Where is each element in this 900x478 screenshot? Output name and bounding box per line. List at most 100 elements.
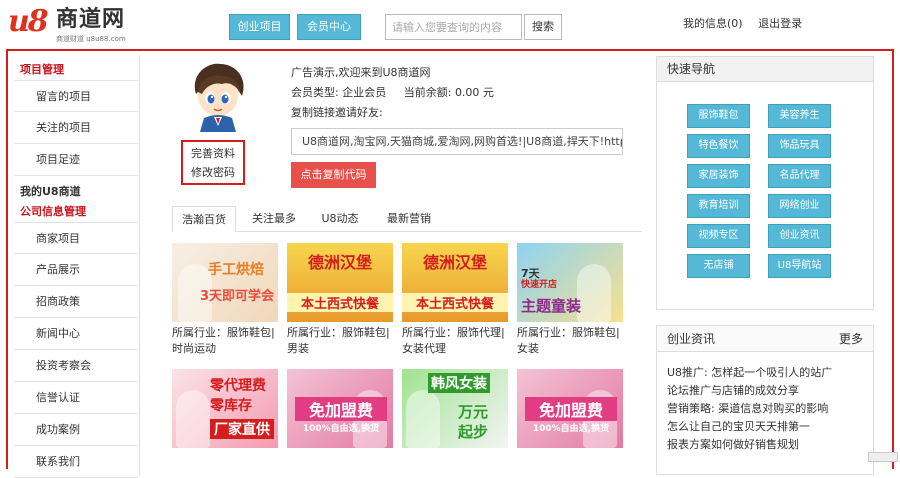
tab-haohan-goods[interactable]: 浩瀚百货 xyxy=(172,206,236,232)
news-item[interactable]: 论坛推广与店铺的成效分享 xyxy=(657,382,873,400)
header: u8 商道网 商道财道 u8u88.com 创业项目 会员中心 搜索 我的信息(… xyxy=(0,0,900,50)
news-item[interactable]: U8推广: 怎样起一个吸引人的站广 xyxy=(657,364,873,382)
sidebar-item-credit-verification[interactable]: 信誉认证 xyxy=(14,382,138,414)
sidebar-heading-my-u8[interactable]: 我的U8商道 xyxy=(14,182,138,202)
product-card[interactable]: 7天 快速开店 主题童装 所属行业：服饰鞋包|女装 xyxy=(517,243,623,357)
quick-nav-button[interactable]: 名品代理 xyxy=(768,164,831,188)
complete-profile-link[interactable]: 完善资料 xyxy=(183,144,243,163)
product-image[interactable]: 德洲汉堡 本土西式快餐 xyxy=(402,243,508,322)
product-card[interactable]: 德洲汉堡 本土西式快餐 所属行业：服饰代理|女装代理 xyxy=(402,243,508,357)
scroll-top-button[interactable] xyxy=(868,452,898,462)
ad-banner-text: 本土西式快餐 xyxy=(287,293,393,312)
quick-nav-title: 快速导航 xyxy=(657,57,873,82)
sidebar-item-success-cases[interactable]: 成功案例 xyxy=(14,414,138,446)
quick-nav-button[interactable]: U8导航站 xyxy=(768,254,831,278)
ad-banner-text: 起步 xyxy=(458,423,489,441)
news-item[interactable]: 营销策略: 渠道信息对购买的影响 xyxy=(657,400,873,418)
copy-code-button[interactable]: 点击复制代码 xyxy=(291,162,376,188)
quick-nav-button[interactable]: 饰品玩具 xyxy=(768,134,831,158)
sidebar-item-messaged-projects[interactable]: 留言的项目 xyxy=(14,80,138,112)
product-image[interactable]: 免加盟费 100%自由选,换货 xyxy=(287,369,393,448)
ad-banner-text: 100%自由选,换货 xyxy=(532,424,610,434)
logo-mark: u8 xyxy=(8,4,49,39)
ad-banner-text: 零库存 xyxy=(210,398,252,414)
avatar xyxy=(194,63,244,132)
news-more-link[interactable]: 更多 xyxy=(839,326,863,352)
ad-banner-text: 3天即可学会 xyxy=(200,289,275,304)
search-button[interactable]: 搜索 xyxy=(524,14,562,40)
account-summary: 会员类型: 企业会员 当前余额: 0.00 元 xyxy=(291,84,494,100)
product-figure xyxy=(577,264,611,322)
product-industry-label[interactable]: 所属行业：服饰代理|女装代理 xyxy=(402,325,512,357)
product-image[interactable]: 手工烘焙 3天即可学会 xyxy=(172,243,278,322)
news-list: U8推广: 怎样起一个吸引人的站广 论坛推广与店铺的成效分享 营销策略: 渠道信息对… xyxy=(657,352,873,454)
sidebar-item-franchise-policy[interactable]: 招商政策 xyxy=(14,286,138,318)
ad-banner-text: 韩风女装 xyxy=(428,373,490,393)
ad-banner-text: 主题童装 xyxy=(521,297,582,315)
product-image[interactable]: 德洲汉堡本土西式快餐 xyxy=(287,243,393,322)
logout-link[interactable]: 退出登录 xyxy=(758,17,802,30)
product-card[interactable]: 手工烘焙 3天即可学会 所属行业：服饰鞋包|时尚运动 xyxy=(172,243,278,357)
ad-banner-text: 免加盟费 xyxy=(295,397,387,421)
tab-most-followed[interactable]: 关注最多 xyxy=(244,206,304,232)
invite-link-field[interactable]: U8商道网,淘宝网,天猫商城,爱淘网,网购首选!|U8商道,捍天下!http xyxy=(291,128,623,155)
quick-nav-button[interactable]: 视频专区 xyxy=(687,224,750,248)
sidebar-item-investment-meeting[interactable]: 投资考察会 xyxy=(14,350,138,382)
quick-nav-button[interactable]: 服饰鞋包 xyxy=(687,104,750,128)
news-panel: 创业资讯 更多 U8推广: 怎样起一个吸引人的站广 论坛推广与店铺的成效分享 营销策… xyxy=(656,325,874,475)
news-header: 创业资讯 更多 xyxy=(657,326,873,352)
quick-nav-button[interactable]: 特色餐饮 xyxy=(687,134,750,158)
nav-startup-projects[interactable]: 创业项目 xyxy=(229,14,290,40)
quick-nav-button[interactable]: 教育培训 xyxy=(687,194,750,218)
news-item[interactable]: 报表方案如何做好销售规划 xyxy=(657,436,873,454)
ad-banner-text: 万元 xyxy=(458,403,489,421)
tab-u8-news[interactable]: U8动态 xyxy=(310,206,370,232)
ad-banner-text: 零代理费 xyxy=(210,378,266,394)
balance-value: 0.00 元 xyxy=(454,86,494,99)
member-type-value: 企业会员 xyxy=(342,86,387,99)
product-card[interactable]: 免加盟费 100%自由选,换货 xyxy=(287,369,393,448)
product-industry-label[interactable]: 所属行业：服饰鞋包|男装 xyxy=(287,325,397,357)
search-input[interactable] xyxy=(385,14,522,40)
ad-banner-text: 快速开店 xyxy=(521,280,558,290)
sidebar-heading-project-mgmt: 项目管理 xyxy=(20,63,64,76)
product-industry-label[interactable]: 所属行业：服饰鞋包|时尚运动 xyxy=(172,325,282,357)
sidebar-item-followed-projects[interactable]: 关注的项目 xyxy=(14,112,138,144)
product-image[interactable]: 韩风女装万元起步 xyxy=(402,369,508,448)
quick-nav-button[interactable]: 无店铺 xyxy=(687,254,750,278)
ad-banner-text: 德洲汉堡 xyxy=(307,253,372,272)
sidebar-item-news-center[interactable]: 新闻中心 xyxy=(14,318,138,350)
product-image[interactable]: 免加盟费 100%自由选,换货 xyxy=(517,369,623,448)
ad-banner-text: 德洲汉堡 xyxy=(422,253,487,272)
top-links: 我的信息(0) 退出登录 xyxy=(683,15,814,31)
my-info-link[interactable]: 我的信息(0) xyxy=(683,17,743,30)
product-image[interactable]: 零代理费零库存厂家直供 xyxy=(172,369,278,448)
quick-nav-button[interactable]: 网络创业 xyxy=(768,194,831,218)
profile-links-box: 完善资料 修改密码 xyxy=(181,140,245,185)
sidebar: 项目管理 留言的项目 关注的项目 项目足迹 我的U8商道 公司信息管理 商家项目… xyxy=(14,60,138,478)
sidebar-item-project-footprints[interactable]: 项目足迹 xyxy=(14,144,138,176)
ad-banner-text: 厂家直供 xyxy=(210,419,274,439)
quick-nav-button[interactable]: 创业资讯 xyxy=(768,224,831,248)
nav-member-center[interactable]: 会员中心 xyxy=(297,14,361,40)
product-card[interactable]: 德洲汉堡 本土西式快餐 所属行业：服饰鞋包|男装 xyxy=(287,243,393,357)
change-password-link[interactable]: 修改密码 xyxy=(183,163,243,182)
product-card[interactable]: 零代理费零库存厂家直供 xyxy=(172,369,278,448)
product-card[interactable]: 韩风女装万元起步 xyxy=(402,369,508,448)
balance-label: 当前余额: xyxy=(403,86,452,99)
welcome-text: 广告演示,欢迎来到U8商道网 xyxy=(291,66,431,79)
sidebar-item-business-projects[interactable]: 商家项目 xyxy=(14,222,138,254)
tab-latest-marketing[interactable]: 最新营销 xyxy=(376,206,442,232)
quick-nav-button[interactable]: 美容养生 xyxy=(768,104,831,128)
site-logo[interactable]: u8 商道网 商道财道 u8u88.com xyxy=(8,4,148,46)
product-card[interactable]: 免加盟费 100%自由选,换货 xyxy=(517,369,623,448)
sidebar-item-contact-us[interactable]: 联系我们 xyxy=(14,446,138,478)
tab-bar: 浩瀚百货 关注最多 U8动态 最新营销 xyxy=(172,206,642,232)
sidebar-item-product-showcase[interactable]: 产品展示 xyxy=(14,254,138,286)
invite-label: 复制链接邀请好友: xyxy=(291,106,383,119)
product-image[interactable]: 7天 快速开店 主题童装 xyxy=(517,243,623,322)
news-item[interactable]: 怎么让自己的宝贝天天排第一 xyxy=(657,418,873,436)
sidebar-divider xyxy=(139,55,140,475)
quick-nav-button[interactable]: 家居装饰 xyxy=(687,164,750,188)
product-industry-label[interactable]: 所属行业：服饰鞋包|女装 xyxy=(517,325,627,357)
